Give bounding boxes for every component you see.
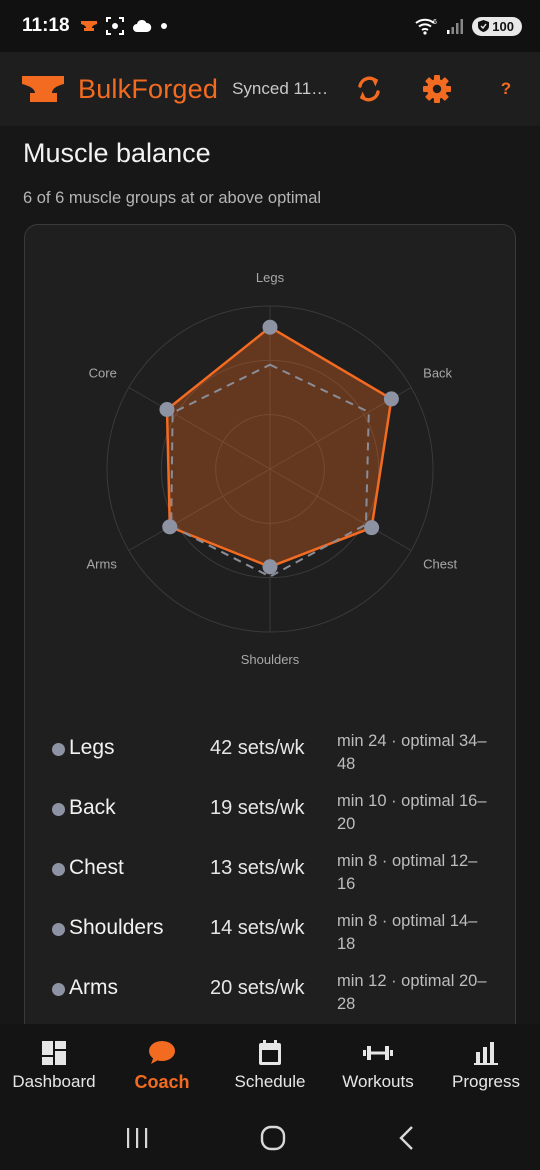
- page-subtitle: 6 of 6 muscle groups at or above optimal: [23, 189, 322, 207]
- cell-signal-icon: [447, 19, 464, 34]
- sync-icon: [358, 76, 380, 102]
- nav-label: Schedule: [234, 1072, 306, 1091]
- muscle-row-shoulders: Shoulders 14 sets/wk min 8 · optimal 14–…: [25, 910, 515, 970]
- muscle-name: Arms: [69, 976, 118, 999]
- radar-axis-label: Legs: [256, 270, 285, 285]
- muscle-sets: 19 sets/wk: [210, 797, 305, 819]
- legend-dot: [52, 863, 65, 876]
- battery-indicator: 100: [472, 16, 522, 36]
- muscle-sets: 20 sets/wk: [210, 977, 305, 999]
- muscle-target: min 10 · optimal 16–20: [337, 792, 487, 833]
- nav-label: Progress: [451, 1072, 521, 1091]
- bottom-nav: Dashboard Coach Schedule Workouts Progre…: [0, 1024, 540, 1106]
- muscle-sets: 13 sets/wk: [210, 857, 305, 879]
- muscle-name: Legs: [69, 736, 115, 759]
- app-title: BulkForged: [78, 73, 219, 104]
- anvil-logo-icon: [22, 76, 64, 102]
- muscle-target: min 8 · optimal 14–18: [337, 912, 478, 953]
- nav-coach[interactable]: Coach: [108, 1024, 216, 1106]
- muscle-name: Shoulders: [69, 916, 164, 939]
- nav-label: Coach: [134, 1072, 190, 1092]
- sync-status: Synced 11:18: [232, 79, 333, 98]
- battery-level: 100: [492, 18, 514, 34]
- legend-dot: [52, 983, 65, 996]
- nav-label: Dashboard: [12, 1072, 96, 1091]
- system-nav-bar: [0, 1106, 540, 1170]
- nav-workouts[interactable]: Workouts: [324, 1024, 432, 1106]
- anvil-notification-icon: [80, 21, 97, 31]
- dashboard-icon: [42, 1041, 66, 1065]
- radar-data-point: [159, 402, 175, 418]
- settings-button[interactable]: [418, 70, 456, 108]
- muscle-row-back: Back 19 sets/wk min 10 · optimal 16–20: [25, 790, 515, 850]
- radar-axis-label: Arms: [86, 557, 117, 572]
- status-time: 11:18: [22, 15, 70, 36]
- status-right-icons: 6 100: [414, 16, 522, 36]
- bar-chart-icon: [474, 1042, 498, 1065]
- dumbbell-icon: [363, 1046, 393, 1060]
- back-icon[interactable]: [397, 1125, 415, 1151]
- sync-button[interactable]: [350, 70, 388, 108]
- legend-dot: [52, 923, 65, 936]
- muscle-name: Back: [69, 796, 116, 819]
- legend-dot: [52, 803, 65, 816]
- muscle-sets: 42 sets/wk: [210, 737, 305, 759]
- muscle-row-legs: Legs 42 sets/wk min 24 · optimal 34–48: [25, 730, 515, 790]
- chat-bubble-icon: [149, 1041, 175, 1064]
- muscle-name: Chest: [69, 856, 124, 879]
- screenshot-icon: [105, 17, 124, 35]
- nav-dashboard[interactable]: Dashboard: [0, 1024, 108, 1106]
- dot-icon: [160, 23, 167, 29]
- radar-series-area: [165, 325, 393, 569]
- muscle-sets: 14 sets/wk: [210, 917, 305, 939]
- muscle-target: min 12 · optimal 20–28: [337, 972, 487, 1013]
- radar-data-point: [162, 519, 178, 535]
- radar-data-point: [262, 319, 278, 335]
- radar-data-point: [364, 520, 380, 536]
- nav-progress[interactable]: Progress: [432, 1024, 540, 1106]
- page-title: Muscle balance: [23, 138, 211, 168]
- app-bar: BulkForged Synced 11:18 ?: [0, 52, 540, 126]
- calendar-icon: [259, 1040, 281, 1065]
- wifi-icon: 6: [415, 18, 437, 35]
- legend-dot: [52, 743, 65, 756]
- status-bar: 11:18 6 100: [0, 0, 540, 52]
- shield-icon: [478, 20, 490, 32]
- radar-axis-label: Chest: [423, 557, 457, 572]
- nav-label: Workouts: [342, 1072, 414, 1091]
- radar-data-point: [262, 559, 278, 575]
- gear-icon: [423, 75, 451, 103]
- help-button[interactable]: ?: [487, 70, 525, 108]
- recent-apps-icon[interactable]: [125, 1127, 149, 1149]
- radar-axis-label: Back: [423, 366, 452, 381]
- muscle-balance-card: Legs Back Chest Shoulders Arms Core Legs 42 s…: [24, 224, 516, 1024]
- radar-data-point: [383, 391, 399, 407]
- muscle-row-chest: Chest 13 sets/wk min 8 · optimal 12–16: [25, 850, 515, 910]
- status-notification-icons: [80, 17, 168, 35]
- muscle-row-arms: Arms 20 sets/wk min 12 · optimal 20–28: [25, 970, 515, 1024]
- muscle-target: min 8 · optimal 12–16: [337, 852, 478, 893]
- signal-badge: 6: [433, 19, 437, 26]
- radar-chart: Legs Back Chest Shoulders Arms Core: [86, 270, 457, 667]
- cloud-icon: [132, 19, 151, 32]
- nav-schedule[interactable]: Schedule: [216, 1024, 324, 1106]
- coach-content[interactable]: Muscle balance 6 of 6 muscle groups at o…: [0, 126, 540, 1024]
- muscle-target: min 24 · optimal 34–48: [337, 732, 487, 773]
- home-icon[interactable]: [260, 1125, 286, 1151]
- radar-axis-label: Core: [89, 366, 117, 381]
- logo: BulkForged: [20, 74, 218, 105]
- radar-axis-label: Shoulders: [241, 652, 300, 667]
